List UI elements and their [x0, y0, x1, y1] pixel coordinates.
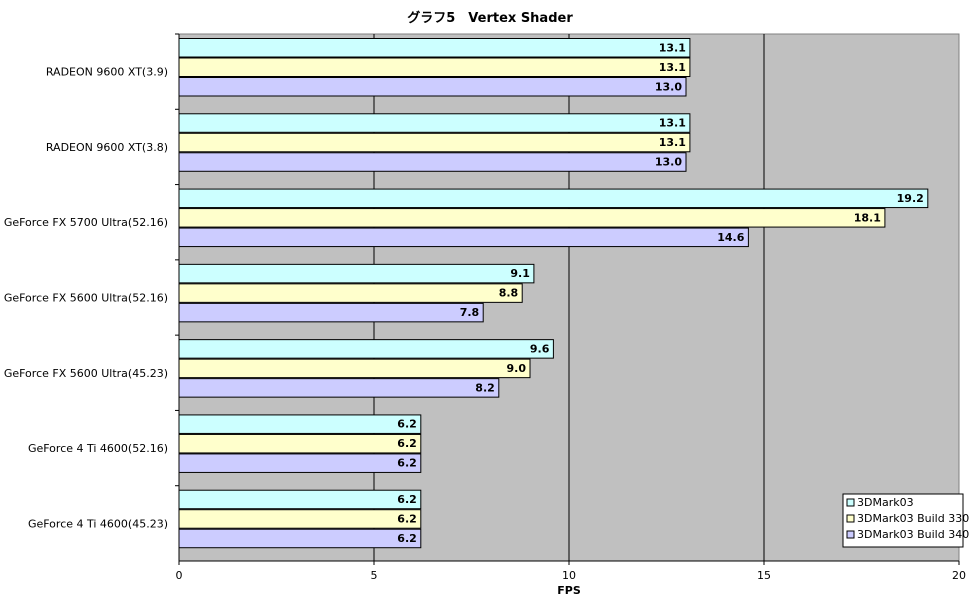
bar [178, 509, 422, 529]
bar [178, 433, 422, 454]
x-tick-label: 5 [371, 569, 378, 582]
x-axis-label: FPS [557, 584, 581, 597]
category-label: RADEON 9600 XT(3.9) [46, 66, 168, 79]
data-label: 8.8 [499, 287, 519, 300]
data-label: 13.1 [659, 117, 686, 130]
bar [178, 302, 484, 323]
plot-area: 0 5 10 15 20 RADEON 9600 XT(3.9) 13.1 13.1 13.0 R… [4, 33, 966, 582]
data-label: 6.2 [397, 493, 417, 506]
data-label: 7.8 [460, 306, 480, 319]
data-label: 6.2 [397, 512, 417, 525]
x-tick-label: 20 [952, 569, 966, 582]
chart: グラフ5 Vertex Shader 0 5 10 15 20 RADEON 9600 X… [4, 10, 969, 597]
legend: 3DMark03 3DMark03 Build 330 3DMark03 Build… [842, 493, 969, 548]
category-label: GeForce FX 5700 Ultra(52.16) [4, 216, 168, 229]
legend-swatch [846, 498, 855, 507]
legend-label: 3DMark03 Build 330 [857, 512, 969, 525]
bar [178, 152, 687, 172]
bar [178, 453, 422, 473]
x-tick-label: 10 [562, 569, 576, 582]
bar [178, 283, 523, 303]
legend-label: 3DMark03 [857, 496, 914, 509]
data-label: 6.2 [397, 418, 417, 431]
data-label: 9.1 [510, 267, 530, 280]
data-label: 18.1 [854, 211, 881, 224]
data-label: 13.0 [655, 156, 682, 169]
data-label: 8.2 [475, 381, 495, 394]
category-label: RADEON 9600 XT(3.8) [46, 141, 168, 154]
x-tick-label: 0 [176, 569, 183, 582]
bar [178, 489, 422, 510]
legend-swatch [846, 530, 855, 539]
data-label: 13.0 [655, 80, 682, 93]
data-label: 13.1 [659, 136, 686, 149]
bar [178, 263, 535, 284]
data-label: 6.2 [397, 457, 417, 470]
legend-swatch [846, 514, 855, 523]
category-label: GeForce 4 Ti 4600(52.16) [28, 442, 168, 455]
bar [178, 378, 500, 398]
bar [178, 208, 886, 228]
data-label: 13.1 [659, 41, 686, 54]
bar [178, 38, 691, 58]
chart-title: グラフ5 Vertex Shader [407, 10, 573, 26]
category-label: GeForce FX 5600 Ultra(52.16) [4, 292, 168, 305]
data-label: 19.2 [897, 192, 924, 205]
data-label: 9.0 [507, 362, 527, 375]
data-label: 13.1 [659, 61, 686, 74]
data-label: 14.6 [717, 231, 744, 244]
category-label: GeForce FX 5600 Ultra(45.23) [4, 367, 168, 380]
bar [178, 77, 687, 97]
legend-label: 3DMark03 Build 340 [857, 528, 969, 541]
bar [178, 339, 554, 359]
bar [178, 113, 691, 133]
data-label: 6.2 [397, 532, 417, 545]
data-label: 6.2 [397, 437, 417, 450]
data-label: 9.6 [530, 342, 550, 355]
bar [178, 132, 691, 153]
bar [178, 57, 691, 77]
category-label: GeForce 4 Ti 4600(45.23) [28, 517, 168, 530]
bar [178, 227, 749, 248]
bar [178, 188, 929, 209]
bar [178, 358, 531, 379]
bar [178, 414, 422, 434]
bar [178, 528, 422, 549]
x-tick-label: 15 [757, 569, 771, 582]
